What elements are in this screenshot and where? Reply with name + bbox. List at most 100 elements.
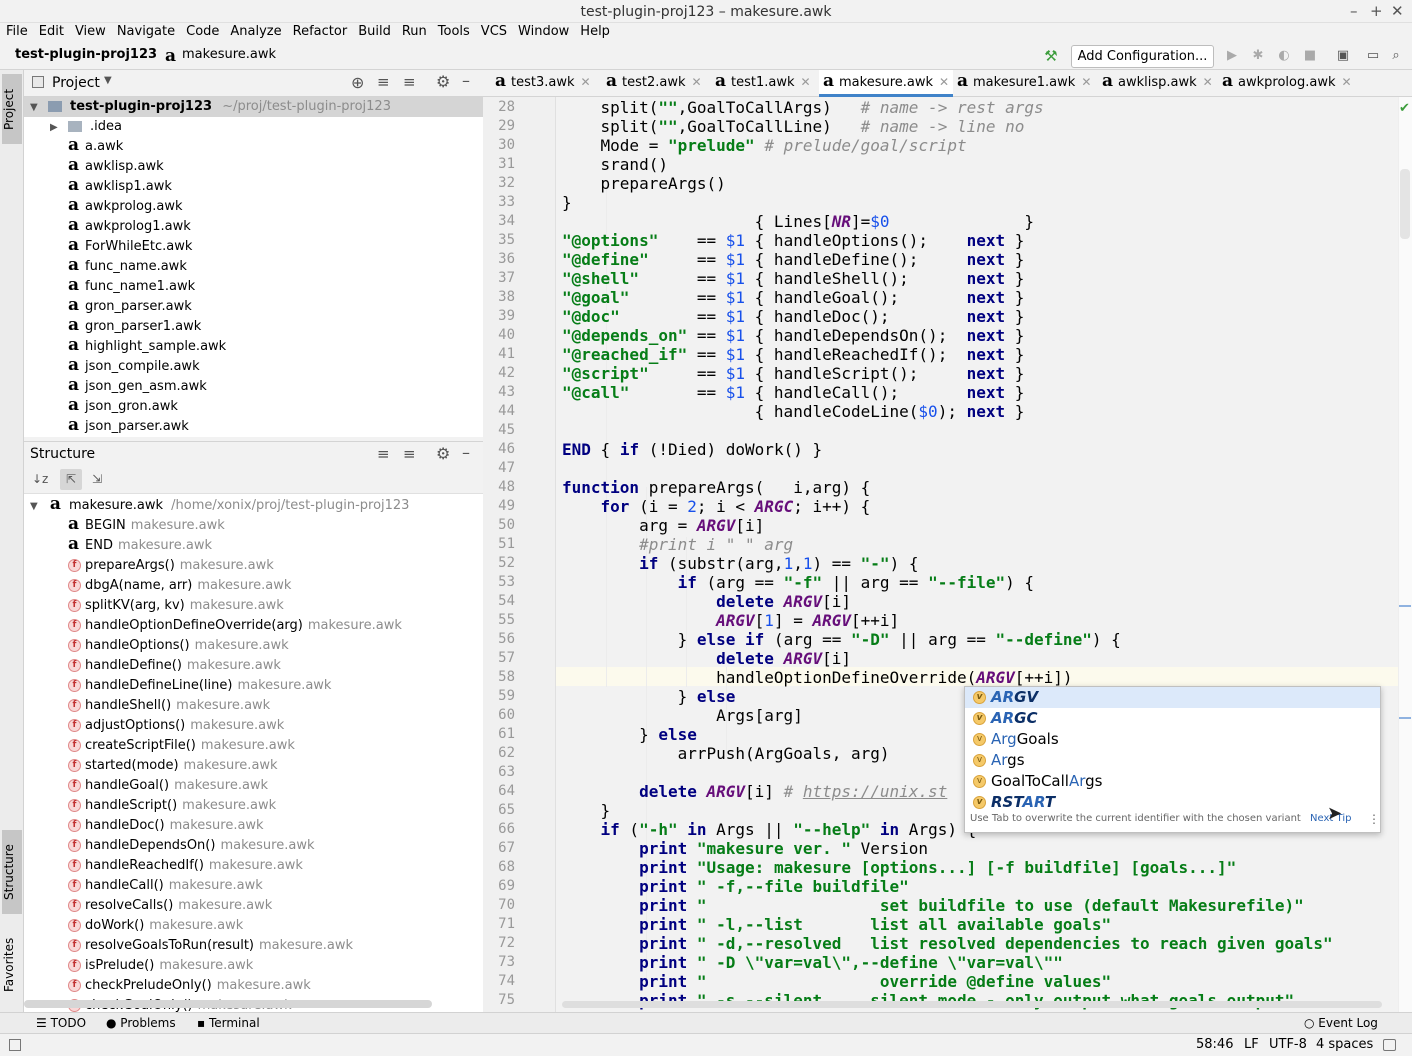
breadcrumb-file[interactable]: makesure.awk [182,47,276,62]
structure-item[interactable]: f resolveCalls() makesure.awk [68,896,272,916]
structure-item[interactable]: f handleDefine() makesure.awk [68,656,281,676]
structure-item[interactable]: a END makesure.awk [68,536,212,556]
editor-tab[interactable]: a awklisp.awk ✕ [1098,70,1217,97]
maximize-icon[interactable]: + [1370,2,1383,20]
hide-panel-icon[interactable]: – [462,443,470,462]
run-icon[interactable]: ▶ [1225,49,1239,63]
debug-icon[interactable]: ✱ [1251,49,1265,63]
editor-tab[interactable]: a test1.awk ✕ [711,70,815,97]
project-file-item[interactable]: a json_gron.awk [68,397,178,417]
autoscroll-icon[interactable]: ⇲ [92,472,102,486]
structure-item[interactable]: f handleGoal() makesure.awk [68,776,268,796]
project-file-item[interactable]: a func_name.awk [68,257,187,277]
project-file-item[interactable]: a json_gen_asm.awk [68,377,207,397]
layout-icon[interactable]: ▭ [1366,49,1380,63]
menu-file[interactable]: File [0,23,33,43]
structure-item[interactable]: a BEGIN makesure.awk [68,516,225,536]
project-file-item[interactable]: a awkprolog1.awk [68,217,191,237]
close-icon[interactable]: ✕ [1391,2,1404,20]
close-tab-icon[interactable]: ✕ [939,75,949,89]
editor-tab[interactable]: a makesure.awk ✕ [819,70,954,97]
stop-icon[interactable]: ■ [1303,49,1317,63]
gear-icon[interactable]: ⚙ [436,444,450,463]
structure-item[interactable]: f handleScript() makesure.awk [68,796,276,816]
structure-item[interactable]: f resolveGoalsToRun(result) makesure.awk [68,936,353,956]
close-tab-icon[interactable]: ✕ [581,75,591,89]
breadcrumb-project[interactable]: test-plugin-proj123 [15,47,157,62]
close-tab-icon[interactable]: ✕ [1203,75,1213,89]
project-structure-icon[interactable]: ▣ [1336,49,1350,63]
expand-all-icon[interactable]: ≡ [377,445,390,463]
coverage-icon[interactable]: ◐ [1277,49,1291,63]
completion-item[interactable]: v ARGV [965,687,1380,708]
chevron-down-icon[interactable]: ▼ [30,102,38,113]
add-configuration-button[interactable]: Add Configuration... [1071,45,1214,68]
close-tab-icon[interactable]: ✕ [1341,75,1351,89]
tree-folder-idea[interactable]: ▶ .idea [50,117,122,137]
chevron-right-icon[interactable]: ▶ [50,122,58,133]
project-panel-title[interactable]: Project [52,75,100,91]
expand-all-icon[interactable]: ≡ [377,73,390,91]
terminal-tab[interactable]: ▪ Terminal [197,1016,260,1030]
project-file-item[interactable]: a gron_parser1.awk [68,317,201,337]
more-options-icon[interactable]: ⋮ [1368,812,1380,826]
menu-vcs[interactable]: VCS [475,23,512,43]
close-tab-icon[interactable]: ✕ [692,75,702,89]
project-file-item[interactable]: a highlight_sample.awk [68,337,226,357]
structure-item[interactable]: f adjustOptions() makesure.awk [68,716,284,736]
menu-view[interactable]: View [69,23,111,43]
structure-tool-tab[interactable]: Structure [2,830,22,914]
indent-setting[interactable]: 4 spaces [1316,1037,1373,1052]
completion-item[interactable]: v Args [965,750,1380,771]
menu-edit[interactable]: Edit [33,23,69,43]
collapse-all-icon[interactable]: ≡ [403,73,416,91]
code-completion-popup[interactable]: v ARGV v ARGC v ArgGoals v Args v GoalToCallArgs v… [964,686,1381,833]
structure-item[interactable]: f handleOptions() makesure.awk [68,636,289,656]
hide-panel-icon[interactable]: – [462,71,470,90]
horizontal-scrollbar[interactable] [562,1001,1382,1008]
lock-icon[interactable] [1383,1039,1396,1051]
editor-tab[interactable]: a awkprolog.awk ✕ [1218,70,1356,97]
menu-help[interactable]: Help [574,23,615,43]
structure-item[interactable]: f createScriptFile() makesure.awk [68,736,295,756]
completion-item[interactable]: v ARGC [965,708,1380,729]
structure-item[interactable]: f handleCall() makesure.awk [68,876,263,896]
structure-item[interactable]: f doWork() makesure.awk [68,916,243,936]
project-file-item[interactable]: a awklisp.awk [68,157,164,177]
chevron-down-icon[interactable]: ▼ [104,75,112,86]
favorites-tool-tab[interactable]: Favorites [2,926,22,1004]
navigate-with-single-click-icon[interactable]: ⇱ [60,469,82,490]
structure-item[interactable]: f prepareArgs() makesure.awk [68,556,274,576]
editor-tab[interactable]: a test3.awk ✕ [491,70,595,97]
project-tool-tab[interactable]: Project [2,74,22,144]
structure-item[interactable]: f handleOptionDefineOverride(arg) makesure… [68,616,402,636]
sort-alpha-icon[interactable]: ↓z [32,472,48,486]
project-file-item[interactable]: a func_name1.awk [68,277,195,297]
tree-root-row[interactable]: ▼ test-plugin-proj123 ~/proj/test-plugin… [24,97,483,117]
project-file-item[interactable]: a gron_parser.awk [68,297,192,317]
structure-item[interactable]: f handleShell() makesure.awk [68,696,270,716]
menu-tools[interactable]: Tools [432,23,475,43]
minimize-icon[interactable]: – [1350,2,1358,20]
menu-refactor[interactable]: Refactor [287,23,353,43]
close-tab-icon[interactable]: ✕ [801,75,811,89]
structure-item[interactable]: f handleDependsOn() makesure.awk [68,836,314,856]
structure-item[interactable]: f handleDefineLine(line) makesure.awk [68,676,331,696]
collapse-all-icon[interactable]: ≡ [403,445,416,463]
completion-item[interactable]: v ArgGoals [965,729,1380,750]
structure-item[interactable]: f splitKV(arg, kv) makesure.awk [68,596,284,616]
menu-code[interactable]: Code [180,23,224,43]
menu-build[interactable]: Build [352,23,396,43]
project-file-item[interactable]: a ForWhileEtc.awk [68,237,192,257]
menu-analyze[interactable]: Analyze [224,23,286,43]
completion-item[interactable]: v GoalToCallArgs [965,771,1380,792]
vertical-scrollbar[interactable] [1400,169,1410,239]
event-log-tab[interactable]: ○ Event Log [1304,1016,1378,1030]
build-hammer-icon[interactable]: ⚒ [1044,49,1058,64]
tool-windows-toggle-icon[interactable] [9,1039,21,1051]
close-tab-icon[interactable]: ✕ [1081,75,1091,89]
project-file-item[interactable]: a awklisp1.awk [68,177,172,197]
structure-item[interactable]: f started(mode) makesure.awk [68,756,278,776]
search-icon[interactable]: ⌕ [1389,49,1403,63]
structure-item[interactable]: f isPrelude() makesure.awk [68,956,253,976]
